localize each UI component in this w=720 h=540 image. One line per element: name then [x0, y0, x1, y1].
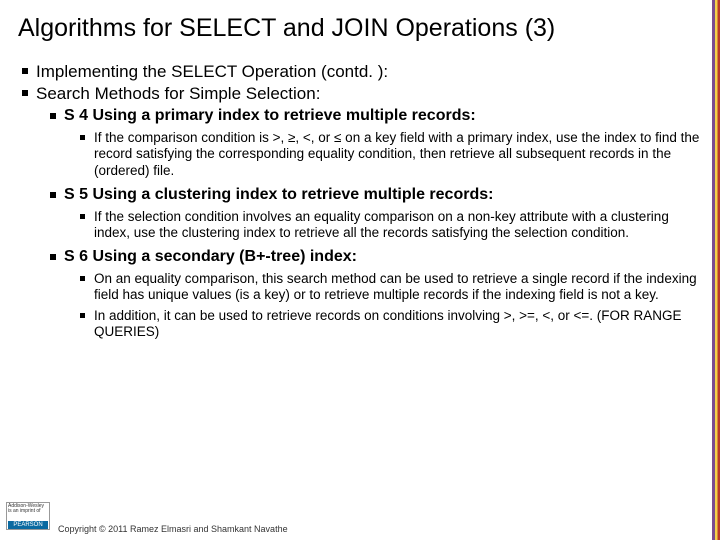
slide-content: Algorithms for SELECT and JOIN Operation… [0, 0, 720, 340]
bullet-list-level2: S 4 Using a primary index to retrieve mu… [36, 106, 702, 340]
copyright-footer: Copyright © 2011 Ramez Elmasri and Shamk… [0, 524, 720, 534]
bullet-s6-detail2: In addition, it can be used to retrieve … [94, 308, 702, 340]
bullet-s4-title: S 4 Using a primary index to retrieve mu… [64, 107, 476, 124]
bullet-s6-detail1: On an equality comparison, this search m… [94, 271, 702, 303]
bullet-implementing: Implementing the SELECT Operation (contd… [36, 61, 702, 82]
bullet-search-methods-text: Search Methods for Simple Selection: [36, 84, 320, 103]
bullet-list-s4-sub: If the comparison condition is >, ≥, <, … [64, 130, 702, 179]
decorative-edge [712, 0, 720, 540]
bullet-s5: S 5 Using a clustering index to retrieve… [64, 185, 702, 241]
bullet-list-level1: Implementing the SELECT Operation (contd… [18, 61, 702, 340]
bullet-list-s5-sub: If the selection condition involves an e… [64, 209, 702, 241]
bullet-s4: S 4 Using a primary index to retrieve mu… [64, 106, 702, 179]
publisher-sub: is an imprint of [8, 509, 48, 514]
slide-title: Algorithms for SELECT and JOIN Operation… [18, 14, 702, 43]
bullet-list-s6-sub: On an equality comparison, this search m… [64, 271, 702, 340]
bullet-s4-detail: If the comparison condition is >, ≥, <, … [94, 130, 702, 179]
bullet-s5-title: S 5 Using a clustering index to retrieve… [64, 186, 493, 203]
bullet-s6-title: S 6 Using a secondary (B+-tree) index: [64, 248, 357, 265]
bullet-s5-detail: If the selection condition involves an e… [94, 209, 702, 241]
bullet-s6: S 6 Using a secondary (B+-tree) index: O… [64, 247, 702, 340]
bullet-search-methods: Search Methods for Simple Selection: S 4… [36, 83, 702, 340]
